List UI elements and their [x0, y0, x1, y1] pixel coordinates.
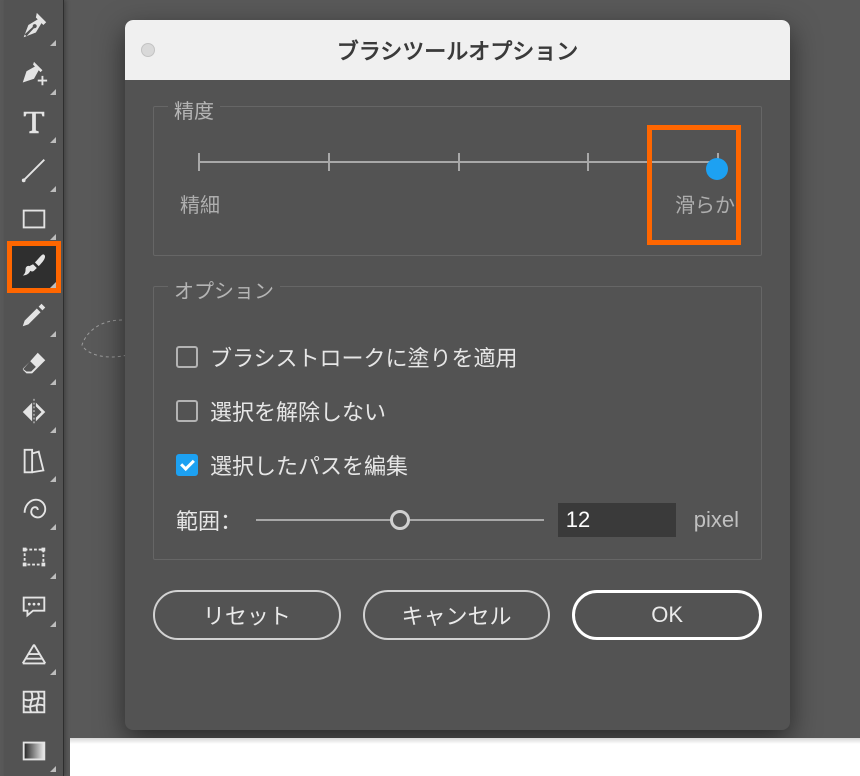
eraser-icon: [19, 349, 49, 379]
edit-selected-checkbox[interactable]: [176, 454, 198, 476]
warp-spiral-icon: [19, 494, 49, 524]
range-slider[interactable]: [256, 519, 544, 521]
reflect-icon: [19, 397, 49, 427]
precision-slider[interactable]: [198, 161, 717, 163]
tool-palette: [4, 0, 64, 776]
precision-min-label: 精細: [180, 189, 220, 218]
range-label: 範囲：: [176, 504, 242, 536]
range-input[interactable]: [558, 503, 676, 537]
warp-tool[interactable]: [10, 486, 58, 532]
rectangle-icon: [19, 204, 49, 234]
comment-tool[interactable]: [10, 583, 58, 629]
reflect-tool[interactable]: [10, 389, 58, 435]
line-icon: [19, 155, 49, 185]
type-icon: [19, 107, 49, 137]
range-unit: pixel: [694, 507, 739, 533]
pencil-tool[interactable]: [10, 292, 58, 338]
swatch-icon: [19, 446, 49, 476]
pen-nib-icon: [19, 10, 49, 40]
options-group: オプション ブラシストロークに塗りを適用 選択を解除しない 選択したパスを編集 …: [153, 286, 762, 560]
precision-max-label: 滑らか: [675, 189, 735, 218]
precision-knob[interactable]: [706, 158, 728, 180]
transform-icon: [19, 542, 49, 572]
edit-selected-label: 選択したパスを編集: [210, 449, 408, 481]
traffic-light-close[interactable]: [141, 43, 155, 57]
reset-button[interactable]: リセット: [153, 590, 341, 640]
background-floor: [70, 738, 860, 776]
perspective-icon: [19, 639, 49, 669]
pen-tool[interactable]: [10, 2, 58, 48]
keep-selected-checkbox[interactable]: [176, 400, 198, 422]
rectangle-tool[interactable]: [10, 196, 58, 242]
dialog-titlebar: ブラシツールオプション: [125, 20, 790, 80]
perspective-grid-tool[interactable]: [10, 631, 58, 677]
paintbrush-tool[interactable]: [10, 244, 58, 290]
cancel-button[interactable]: キャンセル: [363, 590, 551, 640]
type-tool[interactable]: [10, 99, 58, 145]
options-legend: オプション: [168, 275, 280, 304]
anchor-point-tool[interactable]: [10, 50, 58, 96]
line-segment-tool[interactable]: [10, 147, 58, 193]
mesh-icon: [19, 687, 49, 717]
precision-group: 精度 精細 滑らか: [153, 106, 762, 256]
fill-option-checkbox[interactable]: [176, 346, 198, 368]
nib-plus-icon: [19, 59, 49, 89]
highlight-smooth-end: [647, 125, 741, 245]
swatch-tool[interactable]: [10, 437, 58, 483]
mesh-tool[interactable]: [10, 679, 58, 725]
precision-legend: 精度: [168, 95, 220, 124]
fill-option-label: ブラシストロークに塗りを適用: [210, 341, 518, 373]
range-thumb[interactable]: [390, 510, 410, 530]
gradient-tool[interactable]: [10, 728, 58, 774]
comment-icon: [19, 591, 49, 621]
free-transform-tool[interactable]: [10, 534, 58, 580]
paintbrush-icon: [19, 252, 49, 282]
pencil-icon: [19, 300, 49, 330]
dialog-title: ブラシツールオプション: [337, 34, 579, 66]
ok-button[interactable]: OK: [572, 590, 762, 640]
brush-options-dialog: ブラシツールオプション 精度 精細 滑らか: [125, 20, 790, 730]
keep-selected-label: 選択を解除しない: [210, 395, 386, 427]
eraser-tool[interactable]: [10, 341, 58, 387]
gradient-icon: [19, 736, 49, 766]
